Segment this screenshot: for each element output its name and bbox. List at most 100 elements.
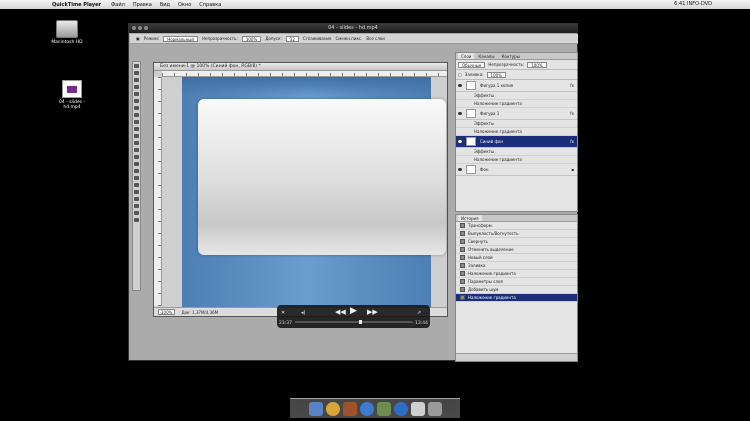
history-step-icon: [460, 287, 465, 292]
desktop-file-icon[interactable]: 04 - slides - hd.mp4: [52, 80, 92, 110]
document-title[interactable]: Без имени-1 @ 100% (Синий фон, RGB/8) *: [154, 63, 447, 71]
eraser-tool-icon[interactable]: [134, 134, 139, 138]
safari-icon[interactable]: [393, 402, 408, 416]
minimize-button[interactable]: [138, 26, 142, 30]
opacity-label: Непрозрачность:: [201, 36, 238, 41]
tab-layers[interactable]: Слои: [458, 53, 475, 59]
eye-icon[interactable]: [458, 168, 462, 171]
history-item-label: Добавить шум: [468, 286, 499, 292]
foreground-color-icon[interactable]: [134, 204, 139, 208]
fx-icon[interactable]: fx: [570, 111, 574, 116]
paint-bucket-icon[interactable]: ▣: [136, 36, 140, 41]
healing-tool-icon[interactable]: [134, 106, 139, 110]
menu-view[interactable]: Вид: [160, 2, 170, 8]
eye-icon[interactable]: [458, 84, 462, 87]
history-panel-footer: [456, 353, 577, 361]
antialias-checkbox[interactable]: Сглаживание: [303, 36, 332, 41]
tab-paths[interactable]: Контуры: [498, 53, 522, 59]
type-tool-icon[interactable]: [134, 169, 139, 173]
opacity-field[interactable]: 100%: [241, 35, 262, 42]
pen-tool-icon[interactable]: [134, 162, 139, 166]
all-layers-checkbox[interactable]: Все слои: [366, 36, 384, 41]
close-icon[interactable]: ✕: [281, 310, 285, 316]
eyedropper-tool-icon[interactable]: [134, 99, 139, 103]
crop-tool-icon[interactable]: [134, 92, 139, 96]
move-tool-icon[interactable]: [134, 64, 139, 68]
hand-tool-icon[interactable]: [134, 190, 139, 194]
chrome-icon[interactable]: [325, 402, 340, 416]
zoom-button[interactable]: [144, 26, 148, 30]
layer-fill-label: Заливка:: [464, 72, 484, 77]
layer-effects-label[interactable]: Эффекты: [456, 120, 577, 128]
layer-fill-field[interactable]: 100%: [486, 71, 506, 78]
dodge-tool-icon[interactable]: [134, 155, 139, 159]
window-title: 04 - slides - hd.mp4: [328, 25, 378, 31]
scrub-bar[interactable]: [295, 320, 412, 324]
stamp-tool-icon[interactable]: [134, 120, 139, 124]
fast-forward-button[interactable]: ▶▶: [367, 308, 378, 316]
menu-help[interactable]: Справка: [199, 2, 221, 8]
layer-row[interactable]: Фигура 1 fx: [456, 108, 577, 120]
layer-fill-row: ▢ Заливка: 100%: [456, 70, 577, 80]
magic-wand-tool-icon[interactable]: [134, 85, 139, 89]
marquee-tool-icon[interactable]: [134, 71, 139, 75]
layer-opacity-field[interactable]: 100%: [527, 61, 547, 68]
tab-history[interactable]: История: [458, 215, 482, 221]
quicktime-icon[interactable]: [359, 402, 374, 416]
layers-panel-tabs: Слои Каналы Контуры: [456, 53, 577, 60]
tolerance-field[interactable]: 32: [285, 35, 299, 42]
downloads-icon[interactable]: [410, 402, 425, 416]
app-icon[interactable]: [342, 402, 357, 416]
blend-mode-select[interactable]: Обычные: [458, 61, 486, 68]
scrub-knob[interactable]: [359, 320, 363, 324]
menu-file[interactable]: Файл: [111, 2, 125, 8]
desktop-hd-icon[interactable]: Macintosh HD: [47, 20, 87, 45]
gradient-tool-icon[interactable]: [134, 141, 139, 145]
layer-row[interactable]: Фигура 1 копия fx: [456, 80, 577, 92]
brush-tool-icon[interactable]: [134, 113, 139, 117]
history-item-label: Новый слой: [468, 254, 493, 260]
eye-icon[interactable]: [458, 140, 462, 143]
trash-icon[interactable]: [427, 402, 442, 416]
share-icon[interactable]: ⇗: [417, 310, 421, 316]
window-titlebar[interactable]: 04 - slides - hd.mp4: [129, 24, 577, 33]
lock-icon[interactable]: ▢: [458, 72, 462, 77]
close-button[interactable]: [132, 26, 136, 30]
path-selection-tool-icon[interactable]: [134, 176, 139, 180]
layer-effect-item[interactable]: Наложение градиента: [456, 100, 577, 108]
history-brush-tool-icon[interactable]: [134, 127, 139, 131]
mode-select[interactable]: Нормальный: [163, 35, 198, 42]
zoom-field[interactable]: 100%: [158, 309, 176, 315]
menu-edit[interactable]: Правка: [133, 2, 152, 8]
fx-icon[interactable]: fx: [570, 139, 574, 144]
quick-mask-icon[interactable]: [134, 218, 139, 222]
layer-effects-label[interactable]: Эффекты: [456, 148, 577, 156]
app-store-icon[interactable]: [376, 402, 391, 416]
fx-icon[interactable]: fx: [570, 83, 574, 88]
contiguous-checkbox[interactable]: Смежн.пикс.: [336, 36, 363, 41]
layer-name: Фигура 1 копия: [480, 83, 514, 88]
play-button[interactable]: ▶: [350, 306, 357, 316]
tab-channels[interactable]: Каналы: [475, 53, 497, 59]
rewind-button[interactable]: ◀◀: [335, 308, 346, 316]
history-step-icon: [460, 239, 465, 244]
zoom-tool-icon[interactable]: [134, 197, 139, 201]
menu-window[interactable]: Окно: [178, 2, 191, 8]
layer-row[interactable]: Фон ▪: [456, 164, 577, 176]
menu-app-name[interactable]: QuickTime Player: [52, 2, 101, 8]
finder-icon[interactable]: [308, 402, 323, 416]
layer-effect-item[interactable]: Наложение градиента: [456, 156, 577, 164]
history-item-selected[interactable]: Наложение градиента: [456, 294, 577, 302]
history-panel: История Трансформ. Выпуклость/Вогнутость…: [455, 214, 578, 362]
dock: [290, 398, 460, 418]
background-color-icon[interactable]: [134, 211, 139, 215]
volume-icon[interactable]: ◂): [301, 310, 305, 316]
eye-icon[interactable]: [458, 112, 462, 115]
layer-effects-label[interactable]: Эффекты: [456, 92, 577, 100]
blur-tool-icon[interactable]: [134, 148, 139, 152]
shape-tool-icon[interactable]: [134, 183, 139, 187]
layer-effect-item[interactable]: Наложение градиента: [456, 128, 577, 136]
canvas[interactable]: [182, 77, 446, 307]
layer-row-selected[interactable]: Синий фон fx: [456, 136, 577, 148]
lasso-tool-icon[interactable]: [134, 78, 139, 82]
